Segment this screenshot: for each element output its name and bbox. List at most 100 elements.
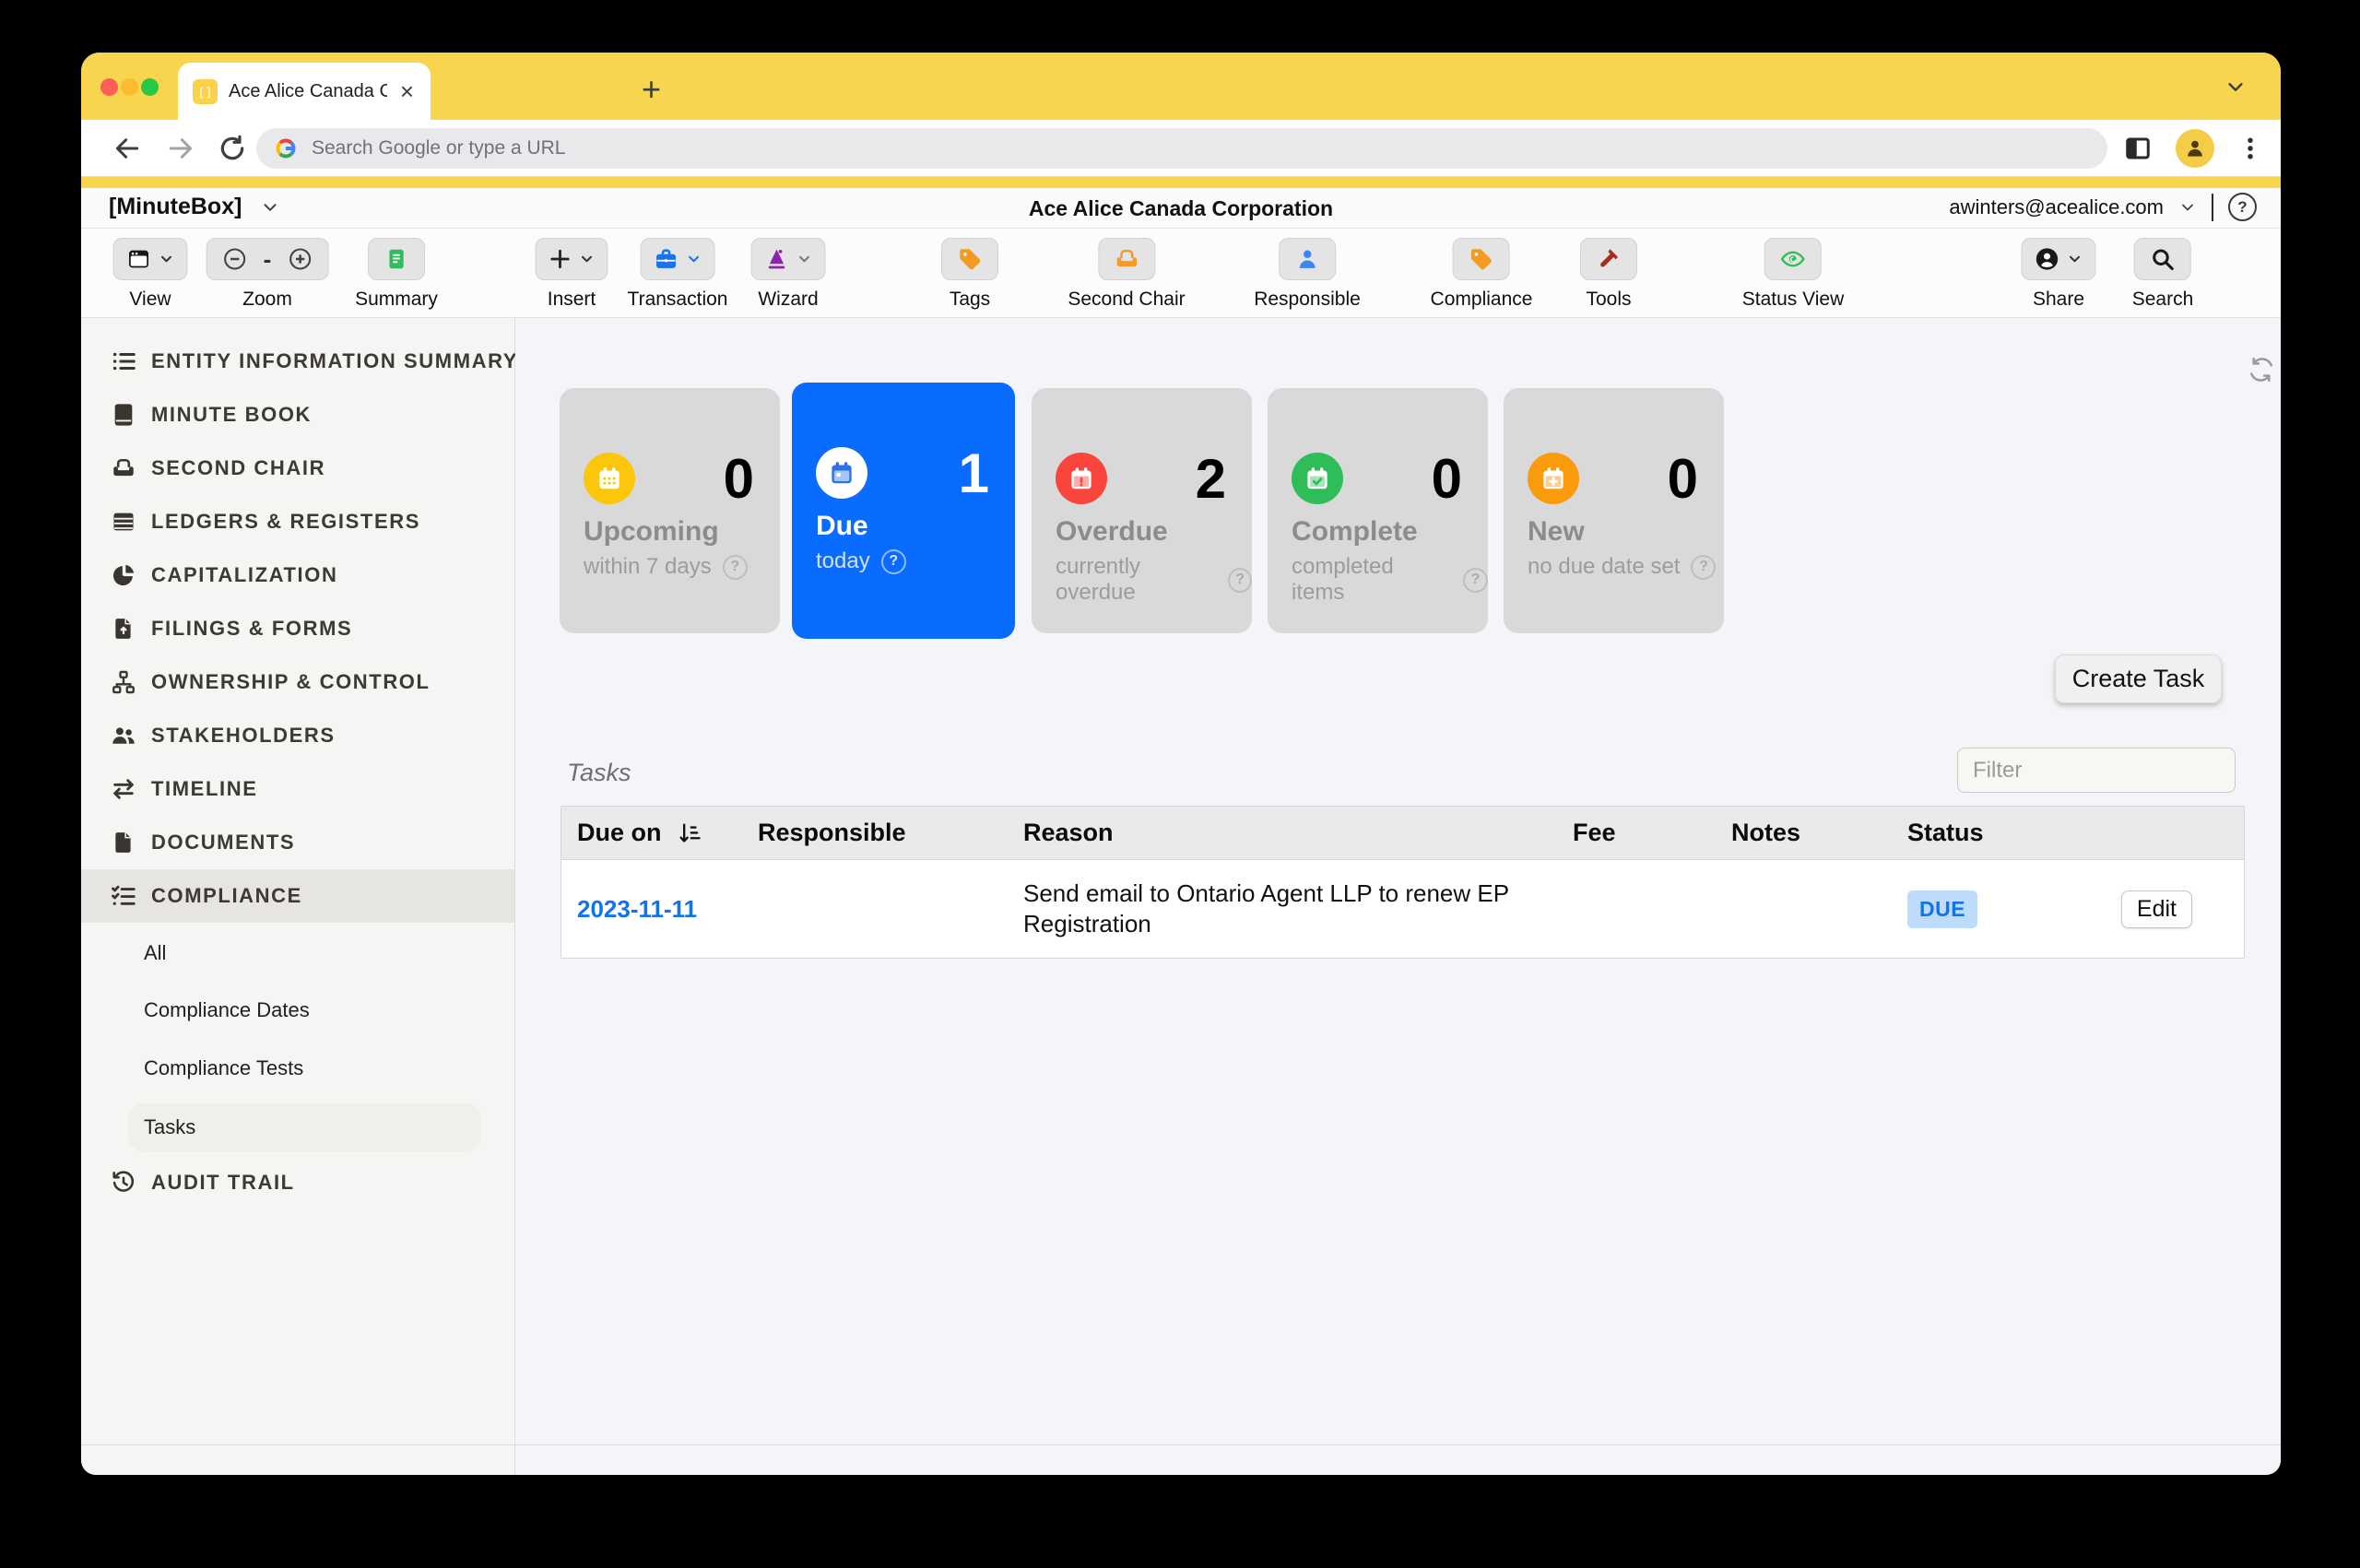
card-sublabel: currently overdue <box>1056 554 1217 606</box>
theme-accent-strip <box>81 177 2281 188</box>
help-icon[interactable]: ? <box>1463 568 1488 593</box>
sidebar-item-entity-information-summary[interactable]: ENTITY INFORMATION SUMMARY <box>81 335 514 388</box>
zoom-in-icon[interactable] <box>287 246 313 272</box>
tag-icon <box>957 246 983 272</box>
divider <box>2212 194 2213 221</box>
share-person-icon <box>2035 246 2060 272</box>
sidebar-item-ownership-control[interactable]: OWNERSHIP & CONTROL <box>81 655 514 709</box>
sidebar-item-minute-book[interactable]: MINUTE BOOK <box>81 388 514 442</box>
tab-close-icon[interactable]: × <box>398 79 416 103</box>
sidebar-item-filings-forms[interactable]: FILINGS & FORMS <box>81 602 514 655</box>
sidebar-item-documents[interactable]: DOCUMENTS <box>81 816 514 869</box>
card-complete[interactable]: 0 Complete completed items? <box>1268 388 1488 633</box>
new-tab-button[interactable]: + <box>642 73 661 106</box>
toolbar-wizard[interactable]: Wizard <box>751 238 826 311</box>
card-new[interactable]: 0 New no due date set? <box>1504 388 1724 633</box>
tasks-table: Due on Responsible Reason Fee Notes Stat… <box>560 806 2245 959</box>
card-sublabel: today <box>816 548 870 574</box>
sidebar-subitem-all[interactable]: All <box>81 929 514 977</box>
people-icon <box>109 721 138 750</box>
card-title: Upcoming <box>584 516 719 548</box>
calendar-check-icon <box>1292 453 1343 504</box>
browser-tab[interactable]: [ ] Ace Alice Canada Corporation × <box>178 63 431 120</box>
browser-profile-avatar[interactable] <box>2176 129 2214 168</box>
tab-strip: [ ] Ace Alice Canada Corporation × + <box>81 53 2281 120</box>
sidebar-item-ledgers-registers[interactable]: LEDGERS & REGISTERS <box>81 495 514 548</box>
document-icon <box>109 828 138 857</box>
sidebar-subitem-tasks[interactable]: Tasks <box>81 1103 514 1151</box>
toolbar-status-view[interactable]: Status View <box>1742 238 1845 311</box>
zoom-out-icon[interactable] <box>222 246 248 272</box>
card-title: Complete <box>1292 516 1418 548</box>
create-task-button[interactable]: Create Task <box>2055 654 2222 703</box>
toolbar-tags[interactable]: Tags <box>941 238 998 311</box>
edit-button[interactable]: Edit <box>2121 890 2192 928</box>
card-upcoming[interactable]: 0 Upcoming within 7 days? <box>560 388 780 633</box>
close-window-button[interactable] <box>100 78 118 96</box>
due-date-link[interactable]: 2023-11-11 <box>577 895 697 923</box>
toolbar-share[interactable]: Share <box>2022 238 2096 311</box>
column-status[interactable]: Status <box>1907 819 2244 847</box>
toolbar-tools[interactable]: Tools <box>1580 238 1637 311</box>
pie-chart-icon <box>109 560 138 590</box>
toolbar-insert[interactable]: Insert <box>536 238 608 311</box>
chevron-down-icon <box>159 251 175 267</box>
status-badge: DUE <box>1907 890 1977 928</box>
help-icon[interactable]: ? <box>1691 555 1716 580</box>
list-icon <box>109 347 138 376</box>
chevron-down-icon <box>2067 251 2083 267</box>
forward-button[interactable] <box>166 134 195 163</box>
arrows-exchange-icon <box>109 774 138 804</box>
hierarchy-icon <box>109 667 138 697</box>
back-button[interactable] <box>112 134 142 163</box>
card-count: 1 <box>959 442 989 505</box>
column-due-on[interactable]: Due on <box>561 819 758 847</box>
column-fee[interactable]: Fee <box>1573 819 1731 847</box>
user-menu-chevron-icon[interactable] <box>2178 198 2197 217</box>
column-reason[interactable]: Reason <box>1023 819 1573 847</box>
address-bar[interactable]: Search Google or type a URL <box>256 128 2107 169</box>
browser-menu-icon[interactable] <box>2236 135 2264 162</box>
column-notes[interactable]: Notes <box>1731 819 1907 847</box>
refresh-icon[interactable] <box>2247 355 2276 384</box>
card-overdue[interactable]: 2 Overdue currently overdue? <box>1032 388 1252 633</box>
sidebar-subitem-compliance-dates[interactable]: Compliance Dates <box>81 986 514 1034</box>
history-icon <box>109 1168 138 1197</box>
toolbar-transaction[interactable]: Transaction <box>628 238 728 311</box>
toolbar-zoom[interactable]: - Zoom <box>206 238 329 311</box>
toolbar-second-chair[interactable]: Second Chair <box>1068 238 1185 311</box>
help-icon[interactable]: ? <box>1228 568 1252 593</box>
eye-icon <box>1779 246 1807 272</box>
sidebar-item-capitalization[interactable]: CAPITALIZATION <box>81 548 514 602</box>
sidebar-item-audit-trail[interactable]: AUDIT TRAIL <box>81 1156 514 1209</box>
help-icon[interactable]: ? <box>723 555 748 580</box>
sort-descending-icon[interactable] <box>677 820 702 846</box>
sidebar-subitem-compliance-tests[interactable]: Compliance Tests <box>81 1044 514 1092</box>
filter-input[interactable] <box>1957 748 2236 793</box>
calendar-icon <box>584 453 635 504</box>
footer-divider <box>81 1444 2281 1445</box>
toolbar-compliance[interactable]: Compliance <box>1431 238 1533 311</box>
reload-button[interactable] <box>218 134 247 163</box>
tab-favicon-icon: [ ] <box>193 79 218 104</box>
sidebar-item-second-chair[interactable]: SECOND CHAIR <box>81 442 514 495</box>
toolbar-search[interactable]: Search <box>2132 238 2194 311</box>
column-responsible[interactable]: Responsible <box>758 819 1023 847</box>
sidebar-item-timeline[interactable]: TIMELINE <box>81 762 514 816</box>
help-button[interactable]: ? <box>2228 193 2257 221</box>
help-icon[interactable]: ? <box>881 549 906 574</box>
card-title: New <box>1528 516 1585 548</box>
side-panel-icon[interactable] <box>2124 135 2152 162</box>
file-upload-icon <box>109 614 138 643</box>
card-due[interactable]: 1 Due today? <box>792 383 1015 639</box>
card-count: 0 <box>1668 447 1698 511</box>
sidebar-item-stakeholders[interactable]: STAKEHOLDERS <box>81 709 514 762</box>
zoom-window-button[interactable] <box>141 78 159 96</box>
google-logo-icon <box>273 136 299 161</box>
minimize-window-button[interactable] <box>121 78 138 96</box>
sidebar-item-compliance[interactable]: COMPLIANCE <box>81 869 514 923</box>
toolbar-responsible[interactable]: Responsible <box>1254 238 1361 311</box>
toolbar-view[interactable]: View <box>113 238 188 311</box>
toolbar-summary[interactable]: Summary <box>355 238 438 311</box>
tab-search-chevron-icon[interactable] <box>2222 77 2249 97</box>
